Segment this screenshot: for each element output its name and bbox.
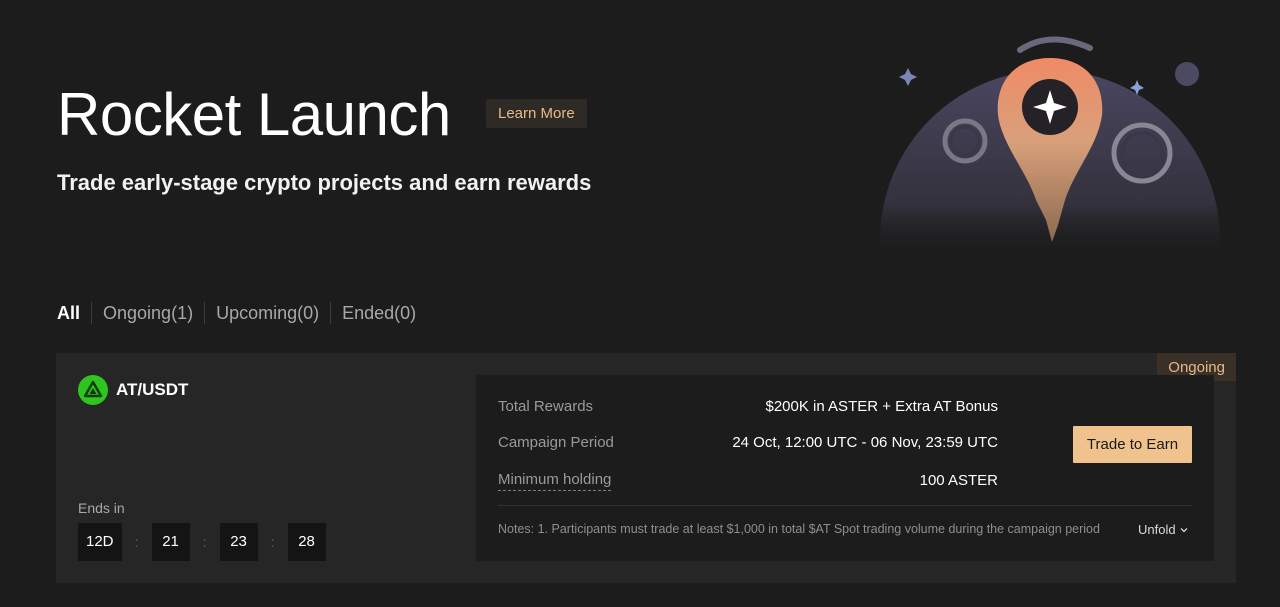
minimum-holding-label[interactable]: Minimum holding (498, 471, 612, 491)
total-rewards-row: Total Rewards $200K in ASTER + Extra AT … (498, 397, 998, 417)
chevron-down-icon (1180, 527, 1188, 532)
divider (498, 505, 1192, 506)
at-token-logo-icon (78, 375, 108, 405)
trade-to-earn-button[interactable]: Trade to Earn (1073, 426, 1192, 463)
campaign-card: Ongoing AT/USDT Ends in 12D : 21 : 23 : … (56, 353, 1236, 583)
ends-in-label: Ends in (78, 500, 125, 516)
tab-ended[interactable]: Ended(0) (342, 300, 416, 326)
campaign-period-value: 24 Oct, 12:00 UTC - 06 Nov, 23:59 UTC (732, 434, 998, 451)
total-rewards-label: Total Rewards (498, 398, 594, 415)
unfold-label: Unfold (1138, 522, 1176, 537)
tab-upcoming[interactable]: Upcoming(0) (216, 300, 319, 326)
page-title: Rocket Launch (57, 81, 451, 148)
campaign-filter-tabs: All Ongoing(1) Upcoming(0) Ended(0) (57, 300, 416, 326)
learn-more-button[interactable]: Learn More (486, 99, 587, 128)
countdown-minutes: 23 (219, 523, 258, 561)
campaign-notes: Notes: 1. Participants must trade at lea… (498, 522, 1100, 536)
pair-name: AT/USDT (116, 380, 189, 399)
tab-all[interactable]: All (57, 300, 80, 326)
countdown-separator: : (202, 533, 207, 551)
minimum-holding-value: 100 ASTER (919, 472, 998, 489)
campaign-period-label: Campaign Period (498, 434, 614, 451)
campaign-period-row: Campaign Period 24 Oct, 12:00 UTC - 06 N… (498, 433, 998, 453)
countdown-separator: : (270, 533, 275, 551)
minimum-holding-row: Minimum holding 100 ASTER (498, 471, 998, 491)
tab-divider (91, 302, 93, 324)
trading-pair: AT/USDT (78, 375, 188, 405)
total-rewards-value: $200K in ASTER + Extra AT Bonus (765, 398, 999, 415)
countdown-hours: 21 (151, 523, 190, 561)
countdown-separator: : (134, 533, 139, 551)
tab-divider (204, 302, 206, 324)
page-subtitle: Trade early-stage crypto projects and ea… (57, 170, 592, 195)
countdown-timer: 12D : 21 : 23 : 28 (78, 523, 326, 561)
tab-ongoing[interactable]: Ongoing(1) (103, 300, 193, 326)
countdown-seconds: 28 (287, 523, 326, 561)
unfold-button[interactable]: Unfold (1138, 522, 1189, 537)
countdown-days: 12D (78, 523, 122, 561)
tab-divider (330, 302, 332, 324)
campaign-details-panel: Total Rewards $200K in ASTER + Extra AT … (476, 375, 1214, 561)
rocket-planet-illustration (880, 36, 1220, 260)
